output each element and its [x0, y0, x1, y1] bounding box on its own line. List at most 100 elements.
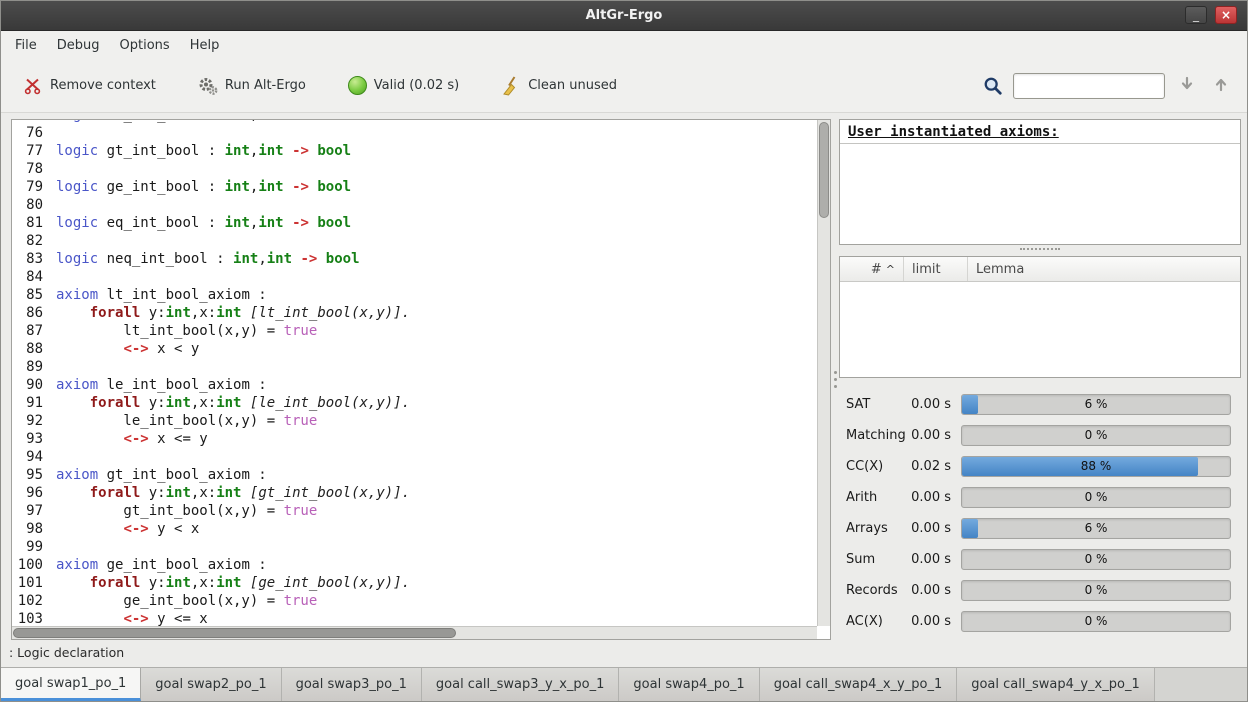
line-number: 87 — [12, 323, 43, 341]
search-down-button[interactable] — [1175, 74, 1199, 98]
column-header-number[interactable]: # ^ — [840, 257, 904, 281]
right-panel: User instantiated axioms: # ^ limit Lemm… — [839, 119, 1241, 640]
sort-indicator-icon: ^ — [886, 263, 895, 276]
stat-row-sat: SAT0.00 s6 % — [839, 389, 1241, 420]
run-alt-ergo-button[interactable]: Run Alt-Ergo — [190, 70, 314, 102]
stat-label: SAT — [846, 397, 870, 412]
tab-goal-swap2_po_1[interactable]: goal swap2_po_1 — [141, 668, 281, 701]
source-editor[interactable]: 7576777879808182838485868788899091929394… — [11, 119, 831, 640]
line-number: 85 — [12, 287, 43, 305]
stat-label: Records — [846, 583, 898, 598]
tab-goal-swap4_po_1[interactable]: goal swap4_po_1 — [619, 668, 759, 701]
line-number: 80 — [12, 197, 43, 215]
lemma-table: # ^ limit Lemma — [839, 256, 1241, 378]
down-arrow-icon — [1179, 76, 1195, 96]
tab-goal-swap3_po_1[interactable]: goal swap3_po_1 — [282, 668, 422, 701]
line-number: 101 — [12, 575, 43, 593]
column-header-label: Lemma — [976, 262, 1024, 277]
progressbar-percent-label: 0 % — [962, 550, 1230, 569]
code-line: logic neq_int_bool : int,int -> bool — [56, 251, 817, 269]
code-line — [56, 233, 817, 251]
column-header-label: # — [871, 262, 882, 277]
editor-horizontal-scrollbar[interactable] — [12, 626, 817, 639]
stat-time: 0.02 s — [897, 459, 951, 474]
stat-row-cc-x-: CC(X)0.02 s88 % — [839, 451, 1241, 482]
line-number: 82 — [12, 233, 43, 251]
stat-progressbar: 0 % — [961, 425, 1231, 446]
column-header-limit[interactable]: limit — [904, 257, 968, 281]
menu-debug[interactable]: Debug — [47, 33, 110, 58]
menu-file[interactable]: File — [5, 33, 47, 58]
column-header-lemma[interactable]: Lemma — [968, 257, 1240, 281]
toolbar: Remove context Run Alt-Ergo Valid (0.02 … — [1, 59, 1247, 113]
tab-label: goal swap4_po_1 — [633, 677, 744, 692]
gears-icon — [198, 76, 218, 96]
solver-stats: SAT0.00 s6 %Matching0.00 s0 %CC(X)0.02 s… — [839, 389, 1241, 637]
progressbar-percent-label: 0 % — [962, 612, 1230, 631]
panel-splitter[interactable] — [1020, 248, 1060, 250]
line-number: 81 — [12, 215, 43, 233]
stat-progressbar: 0 % — [961, 487, 1231, 508]
code-line: <-> x <= y — [56, 431, 817, 449]
valid-status-icon — [348, 76, 367, 95]
line-number: 95 — [12, 467, 43, 485]
stat-time: 0.00 s — [897, 521, 951, 536]
line-number: 76 — [12, 125, 43, 143]
code-content: 7576777879808182838485868788899091929394… — [12, 120, 817, 626]
code-line: axiom ge_int_bool_axiom : — [56, 557, 817, 575]
tab-label: goal swap3_po_1 — [296, 677, 407, 692]
stat-time: 0.00 s — [897, 614, 951, 629]
tab-goal-call_swap4_y_x_po_1[interactable]: goal call_swap4_y_x_po_1 — [957, 668, 1155, 701]
code-line: ge_int_bool(x,y) = true — [56, 593, 817, 611]
line-number: 79 — [12, 179, 43, 197]
validity-status: Valid (0.02 s) — [340, 70, 467, 101]
horizontal-scrollbar-thumb[interactable] — [13, 628, 456, 638]
tab-label: goal swap2_po_1 — [155, 677, 266, 692]
window: AltGr-Ergo _ × File Debug Options Help R… — [0, 0, 1248, 702]
line-number: 100 — [12, 557, 43, 575]
tab-goal-swap1_po_1[interactable]: goal swap1_po_1 — [1, 668, 141, 701]
code-line: forall y:int,x:int [le_int_bool(x,y)]. — [56, 395, 817, 413]
line-number: 102 — [12, 593, 43, 611]
window-title: AltGr-Ergo — [586, 8, 663, 23]
code-line — [56, 161, 817, 179]
code-line — [56, 359, 817, 377]
progressbar-percent-label: 6 % — [962, 395, 1230, 414]
search-input[interactable] — [1013, 73, 1165, 99]
code-line: axiom lt_int_bool_axiom : — [56, 287, 817, 305]
code-line: forall y:int,x:int [gt_int_bool(x,y)]. — [56, 485, 817, 503]
stat-progressbar: 0 % — [961, 580, 1231, 601]
tab-bar: goal swap1_po_1 goal swap2_po_1 goal swap3… — [1, 667, 1247, 701]
progressbar-percent-label: 88 % — [962, 457, 1230, 476]
up-arrow-icon — [1213, 76, 1229, 96]
menu-help[interactable]: Help — [180, 33, 230, 58]
code-line: axiom gt_int_bool_axiom : — [56, 467, 817, 485]
close-button[interactable]: × — [1215, 6, 1237, 24]
clean-unused-label: Clean unused — [528, 78, 617, 93]
title-bar[interactable]: AltGr-Ergo _ × — [1, 1, 1247, 31]
menu-bar: File Debug Options Help — [1, 31, 1247, 59]
stat-progressbar: 88 % — [961, 456, 1231, 477]
tab-label: goal call_swap4_x_y_po_1 — [774, 677, 943, 692]
remove-context-button[interactable]: Remove context — [15, 70, 164, 102]
lemma-table-header: # ^ limit Lemma — [840, 257, 1240, 282]
tab-goal-call_swap3_y_x_po_1[interactable]: goal call_swap3_y_x_po_1 — [422, 668, 620, 701]
vertical-scrollbar-thumb[interactable] — [819, 122, 829, 218]
tab-label: goal swap1_po_1 — [15, 676, 126, 691]
code-line — [56, 449, 817, 467]
line-number: 97 — [12, 503, 43, 521]
line-number: 90 — [12, 377, 43, 395]
minimize-button[interactable]: _ — [1185, 6, 1207, 24]
line-number: 103 — [12, 611, 43, 626]
tab-goal-call_swap4_x_y_po_1[interactable]: goal call_swap4_x_y_po_1 — [760, 668, 958, 701]
clean-unused-button[interactable]: Clean unused — [493, 70, 625, 102]
stat-row-records: Records0.00 s 0 % — [839, 575, 1241, 606]
stat-time: 0.00 s — [897, 583, 951, 598]
line-number: 86 — [12, 305, 43, 323]
editor-vertical-scrollbar[interactable] — [817, 120, 830, 626]
menu-options[interactable]: Options — [110, 33, 180, 58]
code-line: forall y:int,x:int [lt_int_bool(x,y)]. — [56, 305, 817, 323]
pane-splitter[interactable] — [831, 119, 839, 640]
search-up-button[interactable] — [1209, 74, 1233, 98]
valid-status-label: Valid (0.02 s) — [374, 78, 459, 93]
